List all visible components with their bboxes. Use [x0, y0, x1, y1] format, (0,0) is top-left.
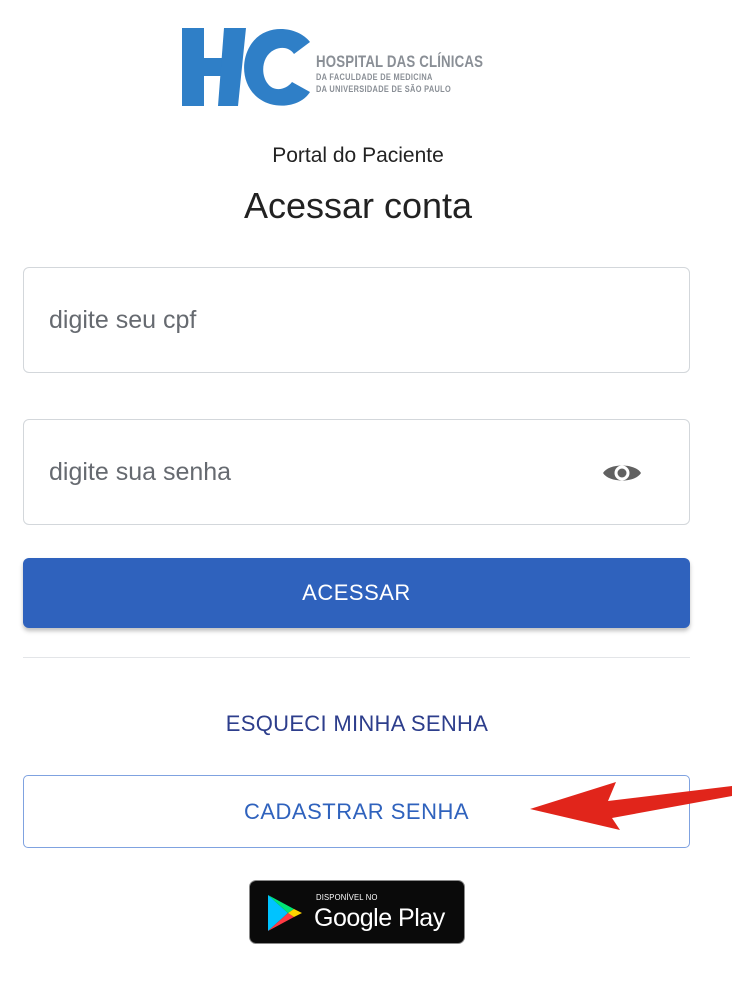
- password-input[interactable]: [49, 420, 589, 524]
- google-play-icon: [268, 895, 302, 931]
- divider: [23, 657, 690, 658]
- login-page: HOSPITAL DAS CLÍNICAS DA FACULDADE DE ME…: [0, 0, 732, 995]
- password-field[interactable]: [23, 419, 690, 525]
- badge-small-text: DISPONÍVEL NO: [316, 892, 378, 902]
- logo-line-1: HOSPITAL DAS CLÍNICAS: [316, 52, 484, 71]
- forgot-password-link[interactable]: ESQUECI MINHA SENHA: [0, 711, 714, 737]
- badge-big-text: Google Play: [314, 904, 445, 932]
- google-play-badge[interactable]: DISPONÍVEL NO Google Play: [249, 880, 465, 944]
- arrow-left-icon: [530, 782, 732, 830]
- cpf-input[interactable]: [49, 268, 589, 372]
- portal-subtitle: Portal do Paciente: [272, 144, 444, 167]
- page-title: Acessar conta: [243, 185, 473, 226]
- logo-line-2: DA FACULDADE DE MEDICINA: [316, 72, 433, 82]
- acessar-button[interactable]: ACESSAR: [23, 558, 690, 628]
- cpf-field[interactable]: [23, 267, 690, 373]
- logo-wordmark: HOSPITAL DAS CLÍNICAS DA FACULDADE DE ME…: [316, 53, 530, 94]
- logo-line-3: DA UNIVERSIDADE DE SÃO PAULO: [316, 84, 452, 94]
- eye-icon[interactable]: [601, 459, 643, 487]
- hc-logo: HOSPITAL DAS CLÍNICAS DA FACULDADE DE ME…: [178, 20, 538, 110]
- hc-logo-mark-icon: [182, 28, 310, 106]
